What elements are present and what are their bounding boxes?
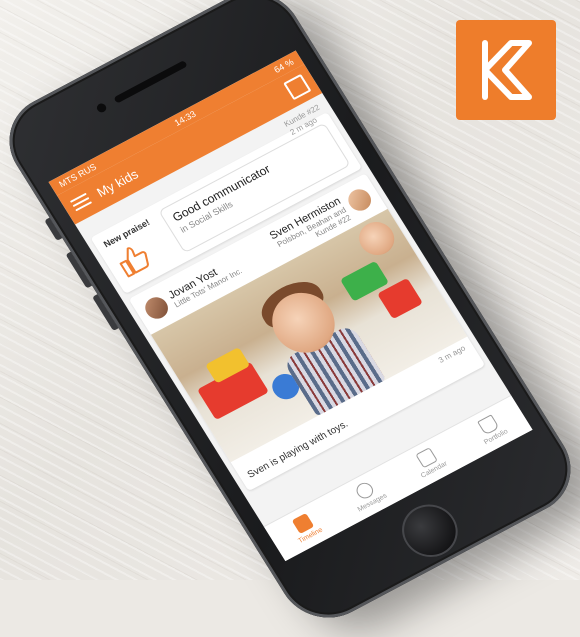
compose-icon[interactable]	[283, 73, 312, 101]
second-child-face	[352, 216, 401, 261]
k-logo-icon	[482, 40, 532, 100]
author-avatar[interactable]	[141, 293, 173, 323]
child-avatar[interactable]	[344, 185, 376, 215]
earpiece-speaker	[113, 60, 188, 104]
brand-logo	[456, 20, 556, 120]
home-button[interactable]	[391, 495, 469, 567]
menu-icon[interactable]	[69, 192, 93, 212]
front-camera	[95, 101, 108, 114]
